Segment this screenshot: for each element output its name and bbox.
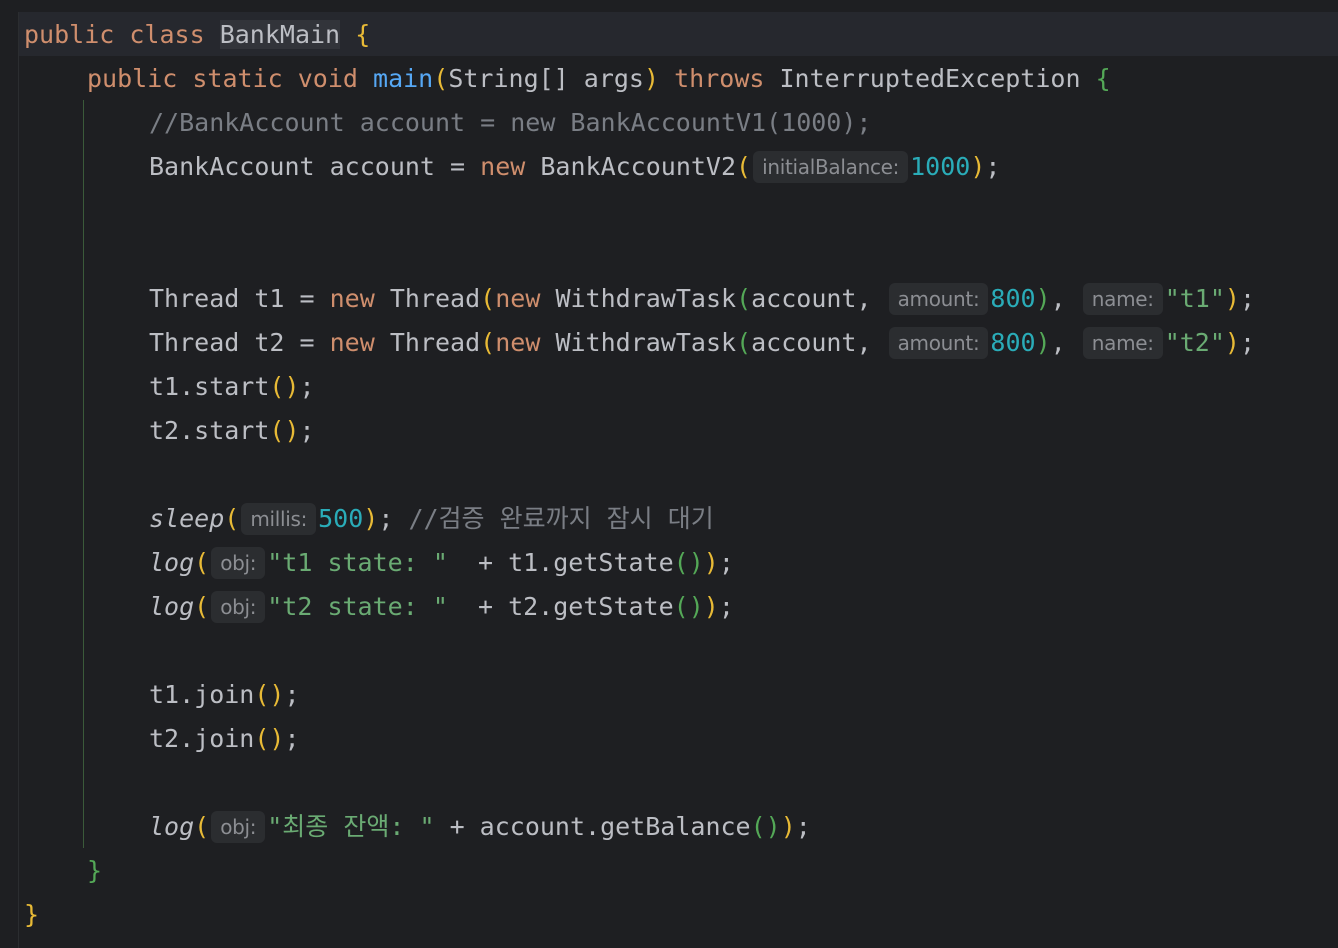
keyword-new: new bbox=[480, 152, 526, 181]
string-literal: "t2" bbox=[1164, 328, 1225, 357]
number-literal: 500 bbox=[318, 504, 364, 533]
keyword-static: static bbox=[192, 64, 283, 93]
expression: + t1.getState bbox=[447, 548, 674, 577]
task-class[interactable]: WithdrawTask bbox=[555, 284, 736, 313]
number-literal: 1000 bbox=[910, 152, 971, 181]
method-name[interactable]: main bbox=[373, 64, 433, 93]
brace-close-main: } bbox=[87, 856, 103, 885]
keyword-new: new bbox=[329, 284, 375, 313]
expression: + t2.getState bbox=[447, 592, 674, 621]
code-line-thread-t1[interactable]: Thread t1 = new Thread(new WithdrawTask(… bbox=[149, 277, 1255, 321]
param-hint-name: name: bbox=[1082, 327, 1163, 359]
code-line-sleep[interactable]: sleep(millis: 500); //검증 완료까지 잠시 대기 bbox=[149, 497, 714, 541]
string-literal: "t2 state: " bbox=[267, 592, 448, 621]
keyword-public: public bbox=[24, 20, 115, 49]
code-line-comment[interactable]: //BankAccount account = new BankAccountV… bbox=[149, 101, 871, 145]
code-line-thread-t2[interactable]: Thread t2 = new Thread(new WithdrawTask(… bbox=[149, 321, 1255, 365]
exception-type[interactable]: InterruptedException bbox=[779, 64, 1080, 93]
number-literal: 800 bbox=[990, 284, 1036, 313]
class-name[interactable]: BankMain bbox=[219, 20, 341, 49]
sleep-call[interactable]: sleep bbox=[149, 504, 224, 533]
thread-class[interactable]: Thread bbox=[390, 328, 480, 357]
string-literal: "최종 잔액: " bbox=[267, 812, 435, 841]
top-band bbox=[0, 0, 1338, 12]
params: String[] args bbox=[448, 64, 644, 93]
arg-account: account, bbox=[751, 328, 887, 357]
keyword-public: public bbox=[87, 64, 178, 93]
expression: + account.getBalance bbox=[434, 812, 751, 841]
keyword-void: void bbox=[297, 64, 358, 93]
thread-decl: Thread t2 = bbox=[149, 328, 330, 357]
string-literal: "t1 state: " bbox=[267, 548, 448, 577]
brace-open: { bbox=[1095, 64, 1111, 93]
param-hint-millis: millis: bbox=[241, 503, 317, 535]
param-hint-name: name: bbox=[1082, 283, 1163, 315]
code-line-t2-join[interactable]: t2.join(); bbox=[149, 717, 300, 761]
join-call: t1.join bbox=[149, 680, 255, 709]
inline-comment: //검증 완료까지 잠시 대기 bbox=[408, 504, 714, 533]
code-line-class-decl[interactable]: public class BankMain { bbox=[24, 13, 370, 57]
join-call: t2.join bbox=[149, 724, 255, 753]
log-call[interactable]: log bbox=[149, 548, 194, 577]
number-literal: 800 bbox=[990, 328, 1036, 357]
task-class[interactable]: WithdrawTask bbox=[555, 328, 736, 357]
account-decl: BankAccount account = bbox=[149, 152, 481, 181]
arg-account: account, bbox=[751, 284, 887, 313]
string-literal: "t1" bbox=[1164, 284, 1225, 313]
code-line-t1-start[interactable]: t1.start(); bbox=[149, 365, 315, 409]
start-call: t1.start bbox=[149, 372, 270, 401]
code-line-main-decl[interactable]: public static void main(String[] args) t… bbox=[87, 57, 1111, 101]
param-hint-amount: amount: bbox=[888, 283, 989, 315]
param-hint-obj: obj: bbox=[211, 811, 266, 843]
thread-decl: Thread t1 = bbox=[149, 284, 330, 313]
keyword-new: new bbox=[495, 284, 541, 313]
code-line-t2-start[interactable]: t2.start(); bbox=[149, 409, 315, 453]
brace-open: { bbox=[355, 20, 371, 49]
brace-close-class: } bbox=[24, 900, 40, 929]
param-hint-obj: obj: bbox=[211, 591, 266, 623]
keyword-throws: throws bbox=[674, 64, 765, 93]
code-line-account[interactable]: BankAccount account = new BankAccountV2(… bbox=[149, 145, 1000, 189]
keyword-new: new bbox=[495, 328, 541, 357]
code-line-log-t1[interactable]: log(obj: "t1 state: " + t1.getState()); bbox=[149, 541, 734, 585]
param-hint-initial-balance: initialBalance: bbox=[753, 151, 909, 183]
keyword-new: new bbox=[329, 328, 375, 357]
code-line-t1-join[interactable]: t1.join(); bbox=[149, 673, 300, 717]
param-hint-obj: obj: bbox=[211, 547, 266, 579]
constructor-name[interactable]: BankAccountV2 bbox=[540, 152, 736, 181]
keyword-class: class bbox=[129, 20, 205, 49]
gutter-divider bbox=[18, 12, 19, 948]
code-line-final-log[interactable]: log(obj: "최종 잔액: " + account.getBalance()… bbox=[149, 805, 811, 849]
start-call: t2.start bbox=[149, 416, 270, 445]
thread-class[interactable]: Thread bbox=[390, 284, 480, 313]
param-hint-amount: amount: bbox=[888, 327, 989, 359]
log-call[interactable]: log bbox=[149, 812, 194, 841]
log-call[interactable]: log bbox=[149, 592, 194, 621]
indent-guide bbox=[83, 100, 84, 848]
code-line-log-t2[interactable]: log(obj: "t2 state: " + t2.getState()); bbox=[149, 585, 734, 629]
